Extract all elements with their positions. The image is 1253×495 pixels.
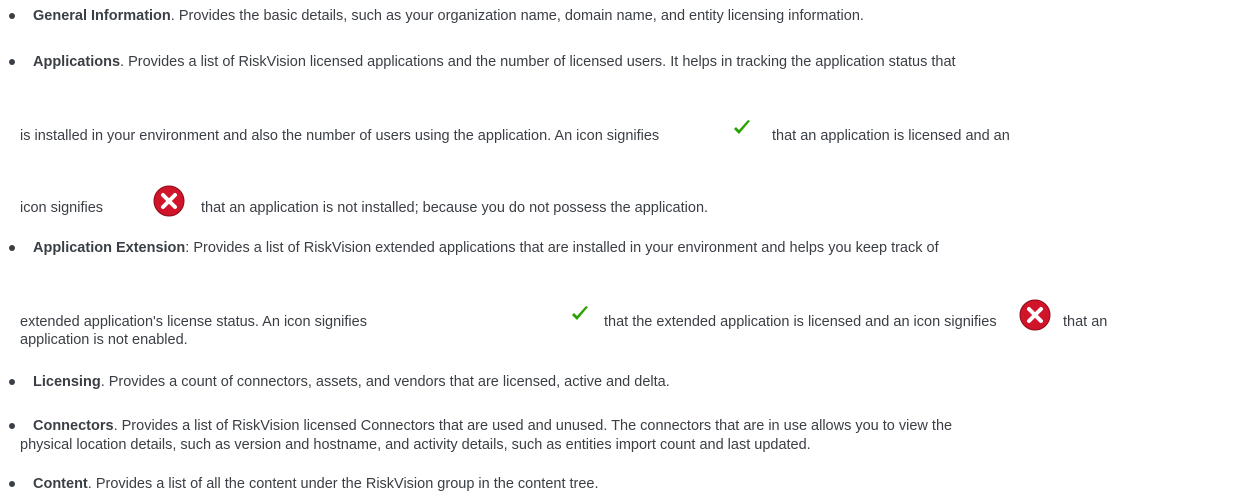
bullet <box>9 481 15 487</box>
list-item-text: that an <box>1063 314 1108 330</box>
bullet <box>9 59 15 65</box>
list-item-text: that an application is licensed and an <box>772 128 1010 144</box>
list-item-term: Connectors <box>33 418 114 434</box>
list-item-text: Licensing. Provides a count of connector… <box>33 373 670 391</box>
list-item-term: Content <box>33 476 88 492</box>
list-item-term: Applications <box>33 54 121 70</box>
list-item-text: Connectors. Provides a list of RiskVisio… <box>33 417 952 435</box>
red-x-circle-icon <box>1018 298 1052 336</box>
list-item-desc: . Provides a list of all the content und… <box>87 476 599 492</box>
list-item-desc: . Provides a list of RiskVision licensed… <box>120 54 956 70</box>
list-item-text: that an application is not installed; be… <box>201 200 709 216</box>
list-item-text: Application Extension: Provides a list o… <box>33 239 939 257</box>
list-item-text: General Information. Provides the basic … <box>33 7 864 25</box>
list-item-desc: . Provides a count of connectors, assets… <box>100 374 670 390</box>
list-item-text: is installed in your environment and als… <box>20 128 660 144</box>
list-item-text: icon signifies <box>20 200 104 216</box>
green-checkmark-icon <box>732 118 752 142</box>
bullet <box>9 423 15 429</box>
red-x-circle-icon <box>152 184 186 222</box>
list-item-term: General Information <box>33 8 171 24</box>
bullet <box>9 245 15 251</box>
list-item-desc: . Provides a list of RiskVision licensed… <box>113 418 953 434</box>
list-item-text: extended application's license status. A… <box>20 314 367 330</box>
list-item-desc: . Provides the basic details, such as yo… <box>170 8 864 24</box>
list-item-text: that the extended application is license… <box>604 314 997 330</box>
list-item-text: Applications. Provides a list of RiskVis… <box>33 53 956 71</box>
list-item-text: Content. Provides a list of all the cont… <box>33 475 599 493</box>
list-item-desc: : Provides a list of RiskVision extended… <box>185 240 939 256</box>
list-item-text: application is not enabled. <box>20 332 188 348</box>
green-checkmark-icon <box>570 304 590 328</box>
list-item-term: Application Extension <box>33 240 186 256</box>
bullet <box>9 379 15 385</box>
bullet <box>9 13 15 19</box>
list-item-term: Licensing <box>33 374 101 390</box>
list-item-text: physical location details, such as versi… <box>20 437 811 453</box>
